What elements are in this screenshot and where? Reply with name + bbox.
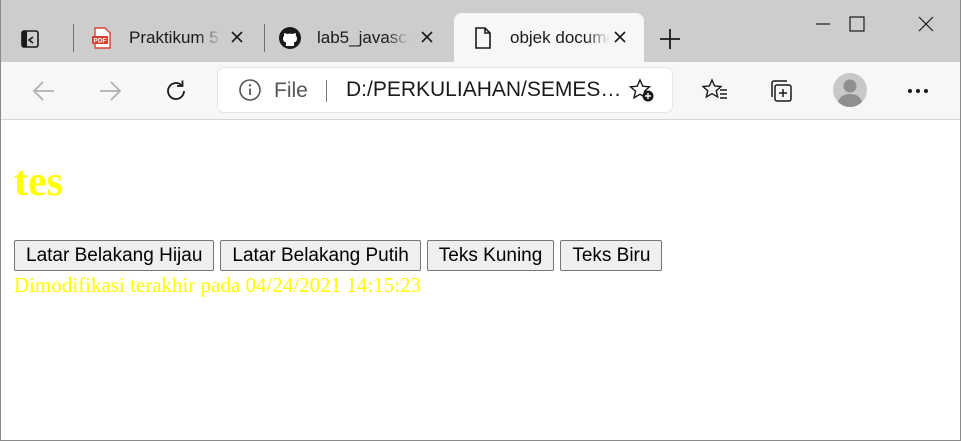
new-tab-button[interactable]: [655, 24, 685, 54]
tab-title: Praktikum 5: [129, 27, 219, 47]
page-content: tes Latar Belakang Hijau Latar Belakang …: [1, 120, 960, 440]
refresh-icon: [167, 80, 185, 100]
profile-icon: [837, 79, 863, 107]
address-separator: [326, 80, 327, 102]
tab-actions-button[interactable]: [15, 24, 45, 54]
maximize-button[interactable]: [823, 0, 891, 48]
page-heading: tes: [14, 159, 63, 205]
tab-separator: [264, 24, 265, 52]
forward-button[interactable]: [92, 74, 128, 108]
arrow-right-icon: [100, 81, 122, 101]
more-options-icon: [908, 89, 928, 93]
green-background-button[interactable]: Latar Belakang Hijau: [14, 240, 215, 271]
close-icon[interactable]: [608, 25, 632, 49]
info-icon[interactable]: [238, 78, 262, 102]
refresh-button[interactable]: [158, 74, 194, 108]
pdf-icon: PDF: [89, 25, 115, 51]
white-background-button[interactable]: Latar Belakang Putih: [220, 240, 421, 271]
collections-icon: [771, 80, 792, 102]
last-modified-text: Dimodifikasi terakhir pada 04/24/2021 14…: [14, 273, 422, 297]
tab-strip: PDF Praktikum 5 lab5_javascript: [1, 0, 960, 62]
button-row: Latar Belakang Hijau Latar Belakang Puti…: [14, 240, 663, 271]
svg-text:PDF: PDF: [94, 37, 107, 44]
close-icon[interactable]: [415, 25, 439, 49]
favorites-icon: [701, 78, 727, 99]
blue-text-button[interactable]: Teks Biru: [560, 240, 663, 271]
tab-lab5-javascript[interactable]: lab5_javascript: [267, 13, 451, 62]
browser-toolbar: File D:/PERKULIAHAN/SEMESTER: [1, 62, 960, 120]
tab-objek-document[interactable]: objek document: [454, 13, 644, 62]
plus-icon: [660, 29, 680, 49]
address-scheme-label: File: [274, 79, 308, 102]
close-icon[interactable]: [225, 25, 249, 49]
add-favorite-icon[interactable]: [628, 78, 656, 104]
favorites-button[interactable]: [697, 74, 733, 108]
yellow-text-button[interactable]: Teks Kuning: [426, 240, 555, 271]
close-icon: [918, 16, 934, 32]
tab-actions-icon: [21, 30, 39, 48]
tab-praktikum[interactable]: PDF Praktikum 5: [77, 13, 261, 62]
profile-avatar[interactable]: [833, 73, 867, 107]
address-bar[interactable]: File D:/PERKULIAHAN/SEMESTER: [218, 68, 672, 112]
arrow-left-icon: [32, 81, 54, 101]
tab-title: objek document: [510, 27, 610, 47]
back-button[interactable]: [26, 74, 62, 108]
window-close-button[interactable]: [892, 0, 960, 48]
settings-menu-button[interactable]: [900, 74, 936, 108]
collections-button[interactable]: [763, 74, 799, 108]
maximize-icon: [849, 16, 865, 32]
address-url[interactable]: D:/PERKULIAHAN/SEMESTER: [346, 78, 626, 102]
tab-separator: [73, 24, 74, 52]
tab-title: lab5_javascript: [317, 27, 409, 47]
github-icon: [277, 25, 303, 51]
document-icon: [470, 25, 496, 51]
browser-window: PDF Praktikum 5 lab5_javascript: [0, 0, 961, 441]
